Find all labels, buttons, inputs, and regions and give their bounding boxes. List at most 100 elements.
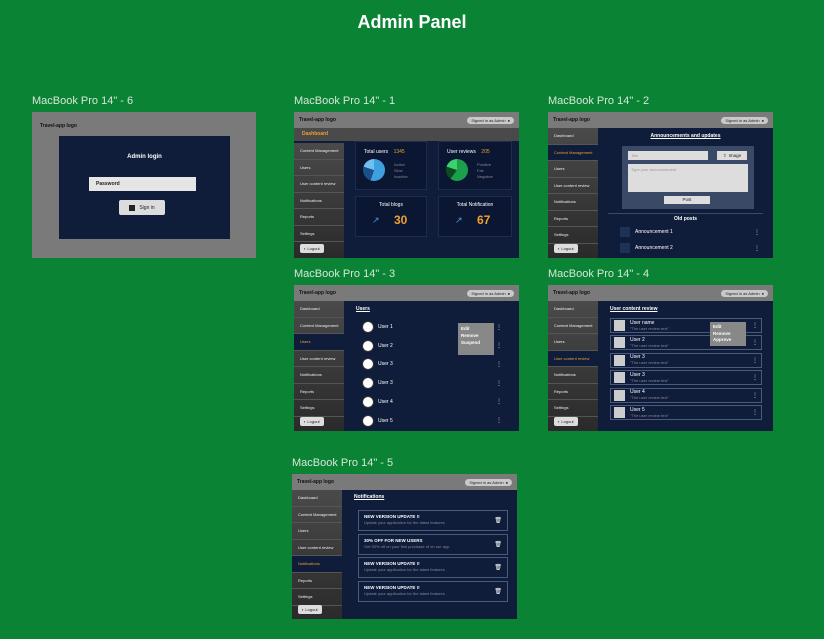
more-icon[interactable]: ⋮ — [496, 380, 502, 387]
sidebar-item-reports[interactable]: Reports — [294, 209, 344, 226]
announcement-form: Title ⇪ Image Type your announcement Post — [622, 146, 754, 209]
sidebar-item-users[interactable]: Users — [294, 160, 344, 176]
announcement-textarea[interactable]: Type your announcement — [628, 164, 748, 192]
trash-icon[interactable]: 🗑 — [494, 541, 502, 548]
user-row[interactable]: User 5 ⋮ — [362, 414, 502, 427]
more-icon[interactable]: ⋮ — [752, 392, 758, 399]
signin-button[interactable]: Sign in — [119, 200, 165, 215]
post-item[interactable]: Announcement 1 ⋮ — [620, 226, 760, 238]
post-item[interactable]: Announcement 2 ⋮ — [620, 242, 760, 254]
sidebar-item-content[interactable]: Content Management — [548, 144, 598, 161]
post-thumb — [620, 227, 630, 237]
sidebar-item-dashboard[interactable]: Dashboard — [292, 490, 342, 507]
more-icon[interactable]: ⋮ — [754, 245, 760, 252]
sidebar: Dashboard Content Management Users User … — [548, 301, 598, 431]
thumbnail — [614, 407, 625, 418]
review-text: "The user review text" — [630, 325, 669, 331]
trash-icon[interactable]: 🗑 — [494, 588, 502, 595]
notification-item[interactable]: 30% OFF FOR NEW USERS Get 30% off on your… — [358, 533, 508, 555]
more-icon[interactable]: ⋮ — [752, 322, 758, 329]
sidebar-item-users[interactable]: Users — [548, 334, 598, 351]
sidebar-item-notifications[interactable]: Notifications — [548, 194, 598, 211]
sidebar-item-dashboard[interactable]: Dashboard — [294, 301, 344, 318]
review-row[interactable]: User 3 "The user review text" ⋮ — [610, 370, 762, 386]
notif-card: Total Notification ↗ 67 — [438, 196, 512, 237]
more-icon[interactable]: ⋮ — [496, 324, 502, 331]
review-row[interactable]: User 5 "The user review text" ⋮ — [610, 405, 762, 420]
sidebar-item-notifications[interactable]: Notifications — [292, 556, 342, 573]
logout-label: Logout — [561, 246, 574, 251]
trash-icon[interactable]: 🗑 — [494, 564, 502, 571]
user-row[interactable]: User 3 ⋮ — [362, 377, 502, 390]
more-icon[interactable]: ⋮ — [496, 342, 502, 349]
sidebar-item-review[interactable]: User content review — [548, 350, 598, 367]
more-icon[interactable]: ⋮ — [752, 357, 758, 364]
sidebar-item-settings[interactable]: Settings — [548, 400, 598, 417]
sidebar-item-notifications[interactable]: Notifications — [294, 193, 344, 209]
sidebar-item-review[interactable]: User content review — [294, 351, 344, 367]
sidebar-item-content[interactable]: Content Management — [294, 318, 344, 334]
sidebar-item-review[interactable]: User content review — [294, 176, 344, 193]
title-input[interactable]: Title — [628, 151, 708, 160]
more-icon[interactable]: ⋮ — [752, 409, 758, 416]
logout-button[interactable]: ▪ Logout — [554, 244, 578, 253]
sidebar-item-settings[interactable]: Settings — [294, 226, 344, 242]
more-icon[interactable]: ⋮ — [752, 339, 758, 346]
post-button[interactable]: Post — [664, 196, 710, 204]
logout-button[interactable]: ▪ Logout — [554, 417, 578, 426]
notification-item[interactable]: NEW VERSION UPDATE !! Update your applica… — [358, 510, 508, 531]
notifications-frame: Travel-app logo Signed in as Admin ● Dashb… — [292, 474, 517, 619]
avatar-icon — [362, 339, 374, 352]
menu-suspend[interactable]: Suspend — [461, 339, 491, 346]
user-icon: ● — [507, 290, 510, 296]
sidebar-item-notifications[interactable]: Notifications — [548, 367, 598, 384]
notif-value: 67 — [477, 213, 491, 227]
menu-approve[interactable]: Approve — [713, 337, 743, 344]
sidebar-item-settings[interactable]: Settings — [294, 400, 344, 417]
more-icon[interactable]: ⋮ — [754, 229, 760, 236]
password-field[interactable]: Password — [89, 177, 196, 191]
sidebar-item-reports[interactable]: Reports — [548, 384, 598, 400]
signin-label: Sign in — [139, 204, 155, 211]
sidebar-item-review[interactable]: User content review — [548, 178, 598, 194]
user-row[interactable]: User 4 ⋮ — [362, 395, 502, 408]
review-text: "The user review text" — [630, 412, 669, 418]
menu-edit[interactable]: Edit — [461, 325, 491, 332]
review-row[interactable]: User 3 "The user review text" ⋮ — [610, 352, 762, 368]
image-button[interactable]: ⇪ Image — [717, 151, 747, 160]
sidebar-item-dashboard[interactable]: Dashboard — [548, 128, 598, 145]
review-row[interactable]: User 4 "The user review text" ⋮ — [610, 387, 762, 403]
login-card: Admin login Password Sign in — [59, 136, 230, 239]
sidebar-item-review[interactable]: User content review — [292, 540, 342, 556]
logout-button[interactable]: ▪ Logout — [300, 244, 324, 253]
review-text: "The user review text" — [630, 360, 669, 366]
user-row[interactable]: User 3 ⋮ — [362, 358, 502, 371]
menu-remove[interactable]: Remove — [461, 332, 491, 339]
sidebar-item-dashboard[interactable]: Dashboard — [548, 301, 598, 318]
sidebar-item-reports[interactable]: Reports — [548, 211, 598, 227]
sidebar-item-reports[interactable]: Reports — [294, 384, 344, 400]
logout-button[interactable]: ▪ Logout — [300, 417, 324, 426]
sidebar-item-users[interactable]: Users — [548, 161, 598, 178]
more-icon[interactable]: ⋮ — [752, 374, 758, 381]
sidebar-item-reports[interactable]: Reports — [292, 573, 342, 589]
sidebar-item-content[interactable]: Content Management — [294, 143, 344, 160]
sidebar-item-users[interactable]: Users — [294, 334, 344, 351]
logout-button[interactable]: ▪ Logout — [298, 605, 322, 614]
sidebar-item-settings[interactable]: Settings — [292, 589, 342, 606]
more-icon[interactable]: ⋮ — [496, 417, 502, 424]
sidebar-item-settings[interactable]: Settings — [548, 227, 598, 244]
signed-in-badge: Signed in as Admin ● — [721, 289, 768, 297]
trash-icon[interactable]: 🗑 — [494, 517, 502, 524]
signed-in-text: Signed in as Admin — [725, 117, 760, 123]
sidebar-item-content[interactable]: Content Management — [548, 318, 598, 334]
more-icon[interactable]: ⋮ — [496, 398, 502, 405]
post-title: Announcement 1 — [635, 229, 673, 235]
more-icon[interactable]: ⋮ — [496, 361, 502, 368]
sidebar-item-content[interactable]: Content Management — [292, 507, 342, 523]
sidebar-item-notifications[interactable]: Notifications — [294, 367, 344, 384]
notification-item[interactable]: NEW VERSION UPDATE !! Update your applica… — [358, 557, 508, 578]
notification-item[interactable]: NEW VERSION UPDATE !! Update your applica… — [358, 580, 508, 602]
page-title: Admin Panel — [357, 12, 467, 32]
sidebar-item-users[interactable]: Users — [292, 523, 342, 540]
